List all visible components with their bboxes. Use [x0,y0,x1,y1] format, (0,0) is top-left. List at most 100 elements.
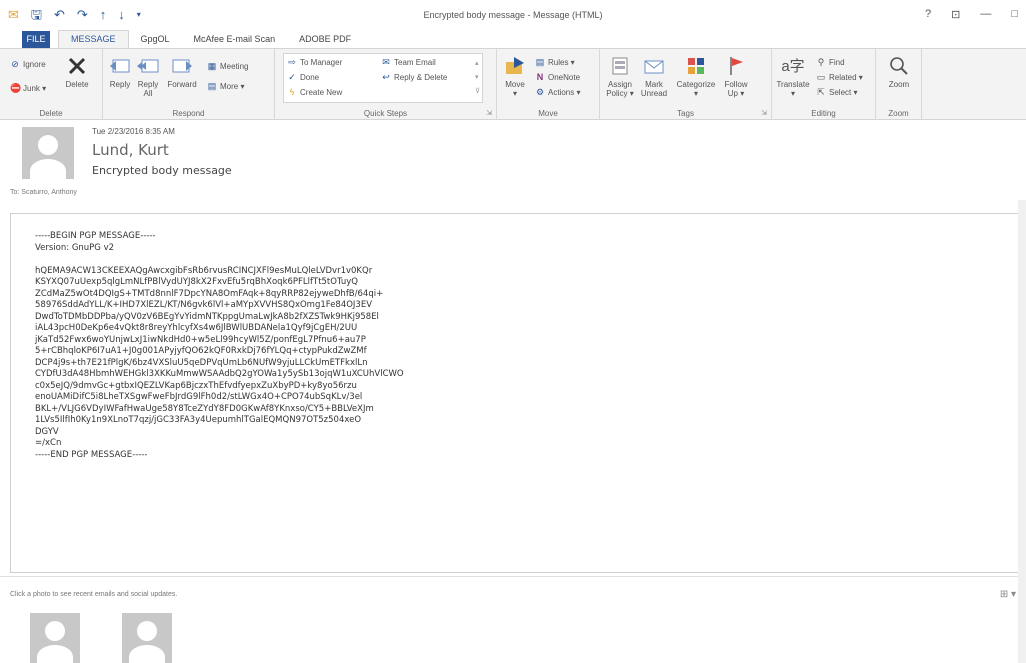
tab-message[interactable]: MESSAGE [58,30,129,48]
follow-up-button[interactable]: Follow Up ▾ [720,55,752,98]
body-text-line: -----BEGIN PGP MESSAGE----- [35,231,156,241]
people-avatar[interactable] [122,613,172,663]
body-text-line: 58976SddAdYLL/K+IHD7XlEZL/KT/N6gvk6lVl+a… [35,300,373,310]
tags-launcher-icon[interactable]: ⇲ [761,109,767,117]
reply-all-button[interactable]: Reply All [135,55,161,98]
respond-group: Reply Reply All Forward ▦ Meeting ▤ More… [103,49,275,120]
more-icon: ▤ [207,81,217,91]
quick-steps-group-label: Quick Steps [363,109,408,118]
quickstep-create-new[interactable]: ϟ Create New [287,87,343,97]
rules-button[interactable]: ▤ Rules ▾ [535,57,575,68]
move-group: Move ▾ ▤ Rules ▾ N OneNote ⚙ Actions ▾ M… [497,49,600,120]
body-text-line: iAL43pcH0DeKp6e4vQkt8r8reyYhlcyfXs4w6JlB… [35,323,358,333]
message-date: Tue 2/23/2016 8:35 AM [92,127,175,136]
ribbon-tabs: FILE MESSAGE GpgOL McAfee E-mail Scan AD… [0,30,1026,48]
body-text-line: BKL+/VLJG6VDyIWFafHwaUge58Y8TceZYdY8FD0G… [35,403,374,414]
reply-button[interactable]: Reply [107,55,133,89]
maximize-button[interactable]: □ [1011,8,1018,21]
onenote-button[interactable]: N OneNote [535,72,580,82]
delete-button[interactable]: Delete [62,55,92,89]
save-button[interactable]: 🖫 [31,8,42,21]
actions-button[interactable]: ⚙ Actions ▾ [535,87,581,98]
delete-icon [67,55,87,77]
move-button[interactable]: Move ▾ [501,55,529,98]
actions-icon: ⚙ [535,87,545,97]
next-item-button[interactable]: ↓ [118,8,125,21]
onenote-icon: N [536,72,544,82]
body-text-line: enoUAMiDifC5i8LheTXSgwFweFbJrdG9lFh0d2/s… [35,392,363,402]
more-respond-button[interactable]: ▤ More ▾ [207,81,245,92]
minimize-button[interactable]: — [980,8,991,21]
binoculars-icon: ⚲ [817,57,825,67]
assign-policy-button[interactable]: Assign Policy ▾ [604,55,636,98]
undo-button[interactable]: ↶ [54,8,65,21]
redo-button[interactable]: ↷ [77,8,88,21]
find-button[interactable]: ⚲ Find [816,57,845,68]
quickstep-reply-delete[interactable]: ↩ Reply & Delete [381,72,447,83]
body-text-line: CYDfU3dA48HbmhWEHGkl3XKKuMmwWSAAdbQ2gYOW… [35,369,404,379]
forward-icon [171,55,193,77]
tab-file[interactable]: FILE [22,31,50,48]
body-text-line: ZCdMaZ5wOt4DQIgS+TMTd8nnlF7DpcYNA8OmFAqk… [35,288,384,299]
junk-button[interactable]: ⛔ Junk ▾ [10,83,46,94]
body-text-line: hQEMA9ACW13CKEEXAQgAwcxgibFsRb6rvusRCINC… [35,265,373,276]
body-text-line: -----END PGP MESSAGE----- [35,449,148,460]
sender-avatar[interactable] [22,127,74,179]
people-avatar[interactable] [30,613,80,663]
forward-button[interactable]: Forward [165,55,199,89]
select-button[interactable]: ⇱ Select ▾ [816,87,857,98]
ribbon-display-button[interactable]: ⊡ [951,8,960,21]
message-body[interactable]: -----BEGIN PGP MESSAGE----- Version: GnuP… [10,213,1018,573]
quickstep-to-manager[interactable]: ⇨ To Manager [287,57,342,68]
customize-toolbar-button[interactable]: ▾ [137,9,141,21]
calendar-icon: ▦ [207,61,217,71]
quick-steps-launcher-icon[interactable]: ⇲ [486,109,492,117]
quick-access-toolbar: ✉ 🖫 ↶ ↷ ↑ ↓ ▾ [8,7,141,22]
people-pane-toggle[interactable]: ⊞ ▾ [1000,589,1016,600]
reply-all-icon [137,55,159,77]
magnifier-icon [889,55,909,77]
move-folder-icon [504,55,526,77]
zoom-group-label: Zoom [888,109,909,118]
quickstep-done[interactable]: ✓ Done [287,72,319,83]
vertical-scrollbar[interactable] [1018,200,1026,663]
quickstep-team-email[interactable]: ✉ Team Email [381,57,436,68]
body-text-line: =/xCn [35,438,62,448]
reply-delete-icon: ↩ [382,72,390,82]
sender-name[interactable]: Lund, Kurt [92,141,169,159]
mark-unread-button[interactable]: Mark Unread [638,55,670,98]
body-text-line: DGYV [35,426,59,437]
help-button[interactable]: ? [925,8,931,21]
mark-unread-icon [643,55,665,77]
tags-group: Assign Policy ▾ Mark Unread Categorize ▾… [600,49,772,120]
cursor-icon: ⇱ [817,87,825,97]
gallery-scroll-icon: ▴ ▾ ⊽ [475,60,481,95]
flag-icon [727,55,745,77]
reply-icon [109,55,131,77]
categorize-button[interactable]: Categorize ▾ [674,55,718,98]
meeting-button[interactable]: ▦ Meeting [207,61,249,72]
ignore-button[interactable]: ⊘ Ignore [10,59,45,70]
ignore-icon: ⊘ [11,59,19,69]
title-bar: ✉ 🖫 ↶ ↷ ↑ ↓ ▾ Encrypted body message - M… [0,0,1026,30]
body-text-line: DCP4j9s+th7E21fPlgK/6bz4VXSluU5qeDPVqUmL… [35,357,368,368]
lightning-icon: ϟ [289,87,295,97]
envelope-icon: ✉ [8,7,19,22]
checkmark-icon: ✓ [288,72,296,82]
translate-button[interactable]: a字 Translate ▾ [776,55,810,99]
zoom-button[interactable]: Zoom [882,55,916,89]
tab-mcafee-email-scan[interactable]: McAfee E-mail Scan [182,31,288,48]
body-text-line: DwdToTDMbDDPba/yQV0zV6BEgYvYidmNTKppgUma… [35,311,379,322]
zoom-group: Zoom Zoom [876,49,922,120]
quick-steps-scroll[interactable]: ▴ ▾ ⊽ [475,57,480,99]
recipient-line[interactable]: To: Scaturro, Anthony [10,189,77,196]
message-subject: Encrypted body message [92,164,232,177]
tab-adobe-pdf[interactable]: ADOBE PDF [287,31,363,48]
editing-group: a字 Translate ▾ ⚲ Find ▭ Related ▾ ⇱ Sele… [772,49,876,120]
body-text-line: 1LVs5IlfIh0Ky1n9XLnoT7qzj/jGC33FA3y4Uepu… [35,415,362,425]
related-button[interactable]: ▭ Related ▾ [816,72,863,83]
previous-item-button[interactable]: ↑ [100,8,107,21]
move-group-label: Move [538,109,558,118]
tab-gpgol[interactable]: GpgOL [129,31,182,48]
policy-icon [610,55,630,77]
